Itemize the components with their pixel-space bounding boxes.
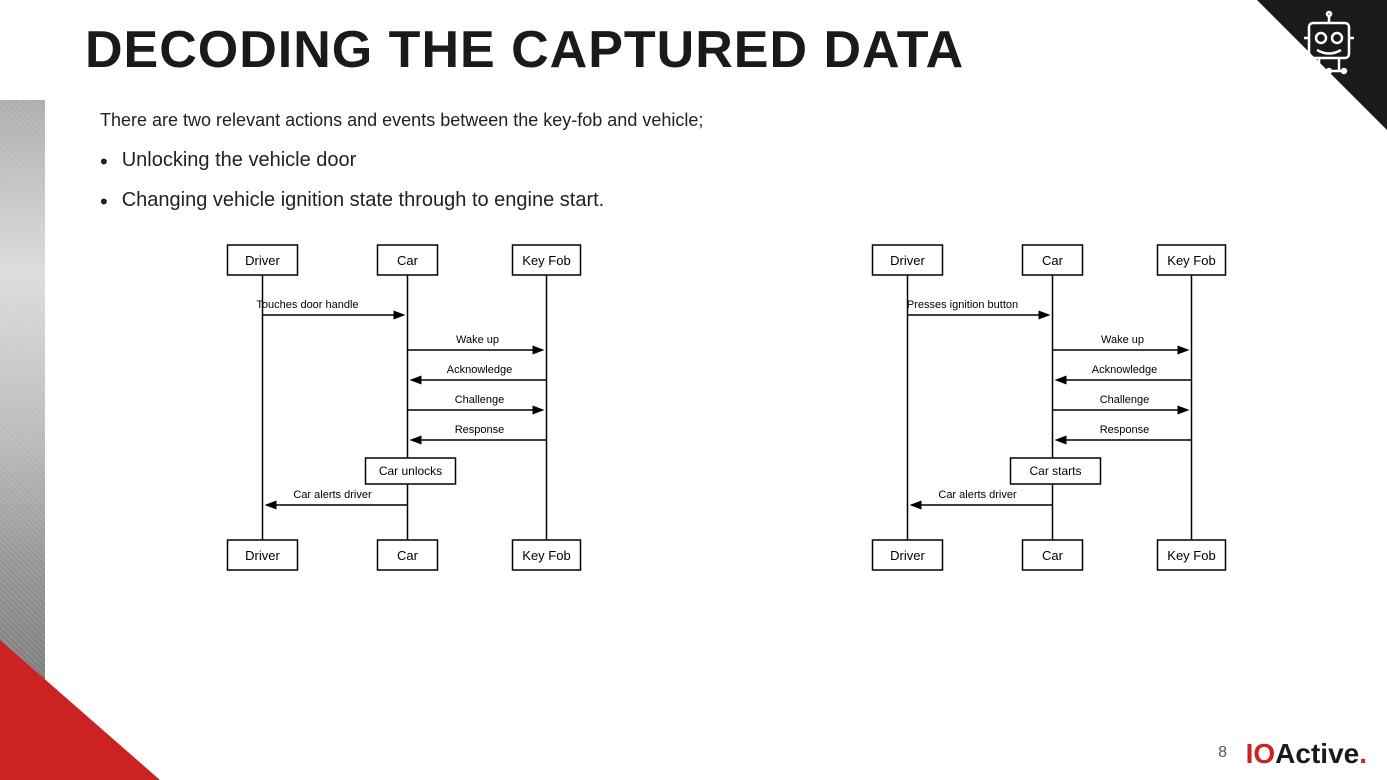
ioactive-logo: IOActive. xyxy=(1246,738,1367,770)
bottom-left-decoration xyxy=(0,640,160,780)
bullet-list: Unlocking the vehicle door Changing vehi… xyxy=(100,149,1350,216)
intro-text: There are two relevant actions and event… xyxy=(100,110,1350,131)
svg-text:Acknowledge: Acknowledge xyxy=(447,364,512,376)
content-area: There are two relevant actions and event… xyxy=(100,110,1350,625)
logo-active: Active xyxy=(1275,738,1359,769)
svg-text:Challenge: Challenge xyxy=(1100,394,1150,406)
left-side-decoration xyxy=(0,100,70,680)
svg-text:Car: Car xyxy=(397,253,419,268)
svg-text:Car: Car xyxy=(1042,548,1064,563)
svg-text:Challenge: Challenge xyxy=(455,394,505,406)
diagrams-container: Driver Car Key Fob Touches door handle W… xyxy=(100,240,1350,625)
svg-text:Driver: Driver xyxy=(890,253,925,268)
bullet-item-1: Unlocking the vehicle door xyxy=(100,149,1350,175)
svg-text:Key Fob: Key Fob xyxy=(1167,548,1215,563)
page-number: 8 xyxy=(1218,744,1227,762)
page-title: DECODING THE CAPTURED DATA xyxy=(85,20,964,80)
logo-io: IO xyxy=(1246,738,1276,769)
bullet-item-2: Changing vehicle ignition state through … xyxy=(100,189,1350,215)
svg-text:Presses ignition button: Presses ignition button xyxy=(907,299,1018,311)
svg-text:Car alerts driver: Car alerts driver xyxy=(293,489,372,501)
svg-text:Wake up: Wake up xyxy=(1101,334,1144,346)
circuit-logo-icon xyxy=(1279,8,1379,108)
svg-text:Key Fob: Key Fob xyxy=(522,548,570,563)
svg-text:Car: Car xyxy=(397,548,419,563)
svg-text:Response: Response xyxy=(1100,424,1150,436)
diagram-unlock: Driver Car Key Fob Touches door handle W… xyxy=(100,240,705,625)
svg-text:Car alerts driver: Car alerts driver xyxy=(938,489,1017,501)
logo-dot: . xyxy=(1359,738,1367,769)
diagram-engine-svg: Driver Car Key Fob Presses ignition butt… xyxy=(745,240,1350,620)
svg-text:Driver: Driver xyxy=(245,253,280,268)
svg-text:Acknowledge: Acknowledge xyxy=(1092,364,1157,376)
svg-text:Wake up: Wake up xyxy=(456,334,499,346)
svg-text:Driver: Driver xyxy=(245,548,280,563)
diagram-engine-start: Driver Car Key Fob Presses ignition butt… xyxy=(745,240,1350,625)
svg-text:Car unlocks: Car unlocks xyxy=(379,464,442,478)
svg-text:Touches door handle: Touches door handle xyxy=(256,299,358,311)
diagram-unlock-svg: Driver Car Key Fob Touches door handle W… xyxy=(100,240,705,620)
svg-text:Car starts: Car starts xyxy=(1029,464,1081,478)
svg-text:Key Fob: Key Fob xyxy=(522,253,570,268)
svg-text:Driver: Driver xyxy=(890,548,925,563)
svg-text:Key Fob: Key Fob xyxy=(1167,253,1215,268)
svg-text:Car: Car xyxy=(1042,253,1064,268)
svg-text:Response: Response xyxy=(455,424,505,436)
